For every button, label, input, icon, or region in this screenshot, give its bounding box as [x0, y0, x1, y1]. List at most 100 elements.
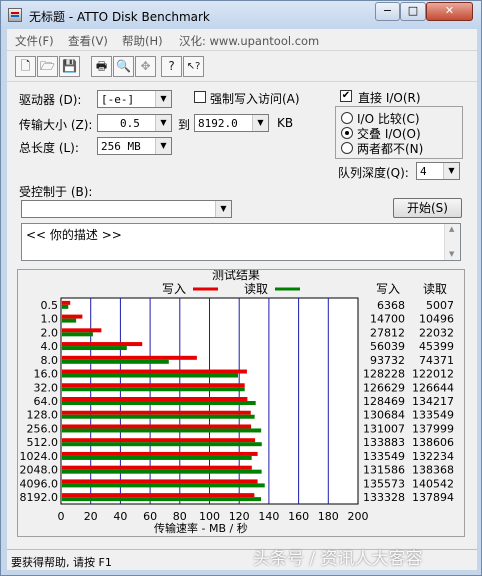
write-bar	[62, 314, 83, 319]
force-write-checkbox[interactable]	[194, 91, 206, 103]
drive-label: 驱动器 (D):	[19, 93, 82, 107]
minimize-button[interactable]: −	[375, 2, 400, 21]
x-tick-label: 180	[318, 510, 339, 523]
read-bar	[62, 373, 239, 378]
transfer-size-label: 传输大小 (Z):	[19, 118, 93, 132]
move-icon[interactable]: ✥	[135, 56, 156, 77]
x-tick-label: 20	[84, 510, 98, 523]
controlled-by-select[interactable]: ▼	[21, 200, 232, 218]
y-tick-label: 4096.0	[20, 477, 59, 490]
read-bar	[62, 387, 245, 392]
write-bar	[62, 355, 197, 360]
save-icon[interactable]: 💾	[59, 56, 80, 77]
menu-file[interactable]: 文件(F)	[15, 33, 54, 49]
write-bar	[62, 438, 256, 443]
write-bar	[62, 342, 143, 347]
results-panel: 测试结果 写入 读取 写入 读取 0 20 40 60 80 100 120 140 160 18…	[17, 269, 465, 537]
queue-depth-label: 队列深度(Q):	[338, 166, 409, 180]
menu-view[interactable]: 查看(V)	[68, 33, 108, 49]
neither-radio[interactable]	[341, 142, 353, 154]
app-icon[interactable]	[8, 8, 22, 22]
chevron-down-icon[interactable]: ▼	[443, 163, 459, 179]
context-help-icon[interactable]: ↖?	[183, 56, 204, 77]
open-folder-icon[interactable]: 🗁	[37, 56, 58, 77]
title-bar[interactable]: 无标题 - ATTO Disk Benchmark − □ ✕	[1, 1, 481, 29]
read-bar	[62, 428, 262, 433]
read-bar	[62, 483, 265, 488]
read-value: 132234	[412, 450, 454, 463]
transfer-from-select[interactable]: 0.5 ▼	[97, 114, 172, 132]
read-value: 5007	[426, 299, 454, 312]
menu-localization[interactable]: 汉化: www.upantool.com	[179, 33, 319, 49]
chevron-down-icon[interactable]: ▼	[215, 201, 231, 217]
write-value: 133549	[363, 450, 405, 463]
direct-io-checkbox[interactable]: ✔	[340, 90, 352, 102]
close-button[interactable]: ✕	[426, 2, 473, 21]
menu-help[interactable]: 帮助(H)	[122, 33, 163, 49]
drive-select[interactable]: [-e-] ▼	[97, 90, 172, 108]
overlapped-io-radio[interactable]	[341, 127, 353, 139]
scroll-up-icon[interactable]: ▲	[449, 225, 454, 233]
write-value: 131586	[363, 464, 405, 477]
table-header-write: 写入	[376, 282, 400, 296]
x-tick-label: 160	[288, 510, 309, 523]
toolbar: 🗋 🗁 💾 🖶 🔍 ✥ ? ↖?	[7, 50, 477, 82]
read-bar	[62, 346, 127, 351]
read-bar	[62, 497, 262, 502]
direct-io-label: 直接 I/O(R)	[358, 91, 421, 105]
chevron-down-icon[interactable]: ▼	[252, 115, 268, 131]
results-chart: 测试结果 写入 读取 写入 读取 0 20 40 60 80 100 120 140 160 18…	[20, 270, 455, 535]
read-value: 74371	[419, 354, 454, 367]
queue-depth-select[interactable]: 4 ▼	[416, 162, 460, 180]
chevron-down-icon[interactable]: ▼	[155, 115, 171, 131]
chevron-down-icon[interactable]: ▼	[155, 138, 171, 154]
read-bar	[62, 414, 255, 419]
write-bar	[62, 451, 258, 456]
x-axis-label: 传输速率 - MB / 秒	[154, 521, 248, 535]
chart-title: 测试结果	[212, 270, 260, 282]
scroll-down-icon[interactable]: ▼	[449, 250, 454, 258]
new-file-icon[interactable]: 🗋	[15, 56, 36, 77]
y-tick-label: 4.0	[41, 340, 59, 353]
to-label: 到	[178, 118, 191, 132]
read-bar	[62, 332, 93, 337]
start-button[interactable]: 开始(S)	[393, 198, 462, 218]
read-value: 45399	[419, 340, 454, 353]
y-tick-label: 0.5	[41, 299, 59, 312]
neither-label: 两者都不(N)	[357, 142, 424, 156]
description-text: << 你的描述 >>	[26, 228, 122, 242]
read-value: 126644	[412, 381, 454, 394]
read-bar	[62, 401, 256, 405]
help-icon[interactable]: ?	[161, 56, 182, 77]
total-length-label: 总长度 (L):	[19, 141, 79, 155]
read-value: 133549	[412, 409, 454, 422]
transfer-to-select[interactable]: 8192.0 ▼	[194, 114, 269, 132]
write-value: 130684	[363, 409, 405, 422]
y-tick-label: 32.0	[34, 381, 59, 394]
write-bar	[62, 479, 258, 484]
status-bar: 要获得帮助, 请按 F1 头条号 / 资讯人大客容	[7, 549, 477, 570]
write-value: 135573	[363, 477, 405, 490]
force-write-label: 强制写入访问(A)	[210, 92, 300, 106]
description-scrollbar[interactable]: ▲ ▼	[444, 224, 460, 260]
controlled-by-label: 受控制于 (B):	[19, 185, 93, 199]
y-tick-label: 512.0	[27, 436, 59, 449]
io-compare-radio[interactable]	[341, 112, 353, 124]
description-textarea[interactable]: << 你的描述 >> ▲ ▼	[21, 223, 461, 261]
x-tick-label: 200	[348, 510, 369, 523]
y-tick-label: 64.0	[34, 395, 59, 408]
write-value: 27812	[370, 326, 405, 339]
y-tick-label: 2048.0	[20, 464, 59, 477]
maximize-button[interactable]: □	[400, 2, 426, 21]
window-title: 无标题 - ATTO Disk Benchmark	[29, 10, 210, 24]
chevron-down-icon[interactable]: ▼	[155, 91, 171, 107]
kb-label: KB	[277, 116, 294, 130]
print-preview-icon[interactable]: 🔍	[113, 56, 134, 77]
print-icon[interactable]: 🖶	[91, 56, 112, 77]
total-length-select[interactable]: 256 MB ▼	[97, 137, 172, 155]
write-value: 126629	[363, 381, 405, 394]
menu-bar: 文件(F) 查看(V) 帮助(H) 汉化: www.upantool.com	[7, 29, 477, 50]
read-value: 138368	[412, 464, 454, 477]
x-tick-label: 0	[58, 510, 65, 523]
status-text: 要获得帮助, 请按 F1	[11, 556, 112, 569]
